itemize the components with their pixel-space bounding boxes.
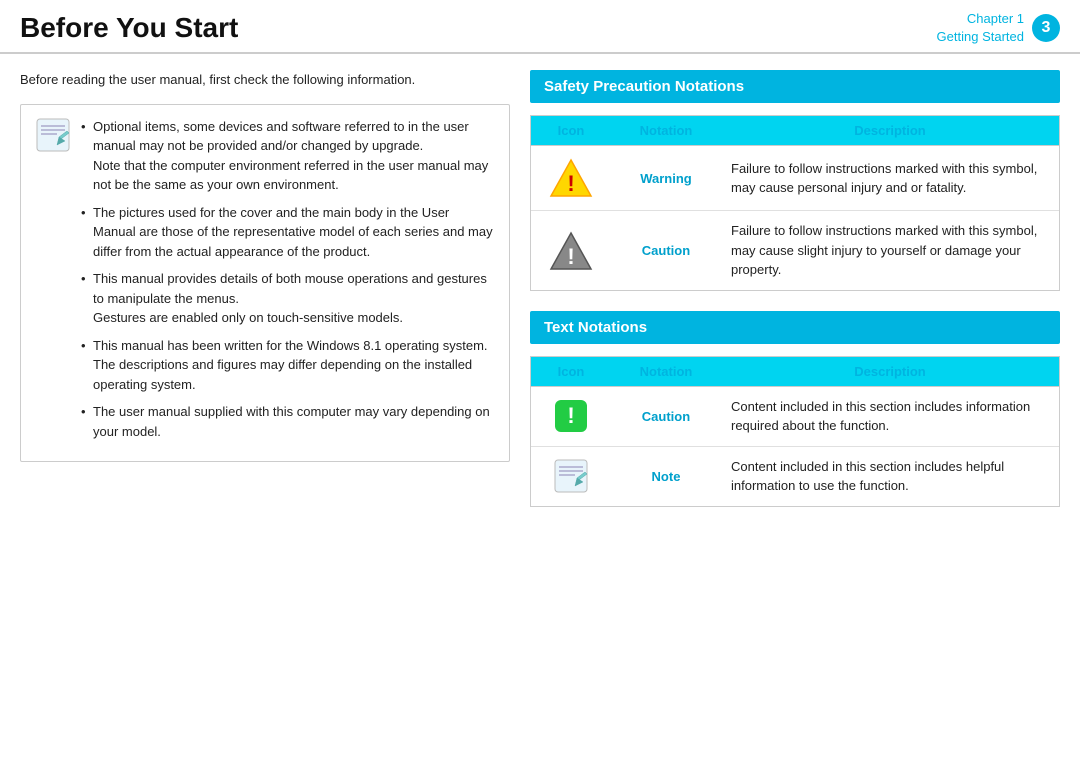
warning-notation: Warning xyxy=(611,161,721,196)
caution-desc: Failure to follow instructions marked wi… xyxy=(721,211,1059,290)
text-caution-notation: Caution xyxy=(611,399,721,434)
table-row: Note Content included in this section in… xyxy=(531,447,1059,506)
chapter-text: Chapter 1 Getting Started xyxy=(937,10,1024,46)
page-header: Before You Start Chapter 1 Getting Start… xyxy=(0,0,1080,54)
list-item: The user manual supplied with this compu… xyxy=(81,402,495,441)
list-item: This manual provides details of both mou… xyxy=(81,269,495,328)
left-column: Before reading the user manual, first ch… xyxy=(20,70,510,527)
text-table: Icon Notation Description ! Caution Cont… xyxy=(530,356,1060,507)
svg-text:!: ! xyxy=(567,244,574,269)
intro-text: Before reading the user manual, first ch… xyxy=(20,70,510,90)
caution-notation: Caution xyxy=(611,233,721,268)
safety-table-header: Icon Notation Description xyxy=(531,116,1059,146)
safety-header-icon: Icon xyxy=(531,116,611,145)
list-item: The pictures used for the cover and the … xyxy=(81,203,495,262)
text-note-desc: Content included in this section include… xyxy=(721,447,1059,506)
section-label: Getting Started xyxy=(937,28,1024,46)
warning-icon-cell: ! xyxy=(531,146,611,210)
text-note-icon-cell xyxy=(531,448,611,504)
svg-text:!: ! xyxy=(567,171,574,196)
safety-header-notation: Notation xyxy=(611,116,721,145)
note-icon xyxy=(35,117,71,156)
chapter-label: Chapter 1 xyxy=(937,10,1024,28)
safety-header-desc: Description xyxy=(721,116,1059,145)
page-title: Before You Start xyxy=(20,12,238,44)
note-pencil-icon xyxy=(553,458,589,494)
note-box: Optional items, some devices and softwar… xyxy=(20,104,510,463)
text-caution-desc: Content included in this section include… xyxy=(721,387,1059,446)
list-item: Optional items, some devices and softwar… xyxy=(81,117,495,195)
text-note-notation: Note xyxy=(611,459,721,494)
warning-desc: Failure to follow instructions marked wi… xyxy=(721,149,1059,208)
table-row: ! Caution Failure to follow instructions… xyxy=(531,211,1059,290)
text-section-header: Text Notations xyxy=(530,311,1060,344)
safety-table: Icon Notation Description ! Warning Fail… xyxy=(530,115,1060,291)
page-number: 3 xyxy=(1032,14,1060,42)
list-item: This manual has been written for the Win… xyxy=(81,336,495,395)
text-header-desc: Description xyxy=(721,357,1059,386)
caution-icon-cell: ! xyxy=(531,219,611,283)
text-header-icon: Icon xyxy=(531,357,611,386)
text-header-notation: Notation xyxy=(611,357,721,386)
safety-section-header: Safety Precaution Notations xyxy=(530,70,1060,103)
bullet-list: Optional items, some devices and softwar… xyxy=(81,117,495,442)
main-content: Before reading the user manual, first ch… xyxy=(0,54,1080,543)
chapter-info: Chapter 1 Getting Started 3 xyxy=(937,10,1060,46)
right-column: Safety Precaution Notations Icon Notatio… xyxy=(530,70,1060,527)
green-caution-icon: ! xyxy=(555,400,587,432)
text-caution-icon-cell: ! xyxy=(531,390,611,442)
table-row: ! Caution Content included in this secti… xyxy=(531,387,1059,447)
table-row: ! Warning Failure to follow instructions… xyxy=(531,146,1059,211)
note-content: Optional items, some devices and softwar… xyxy=(81,117,495,450)
text-table-header: Icon Notation Description xyxy=(531,357,1059,387)
